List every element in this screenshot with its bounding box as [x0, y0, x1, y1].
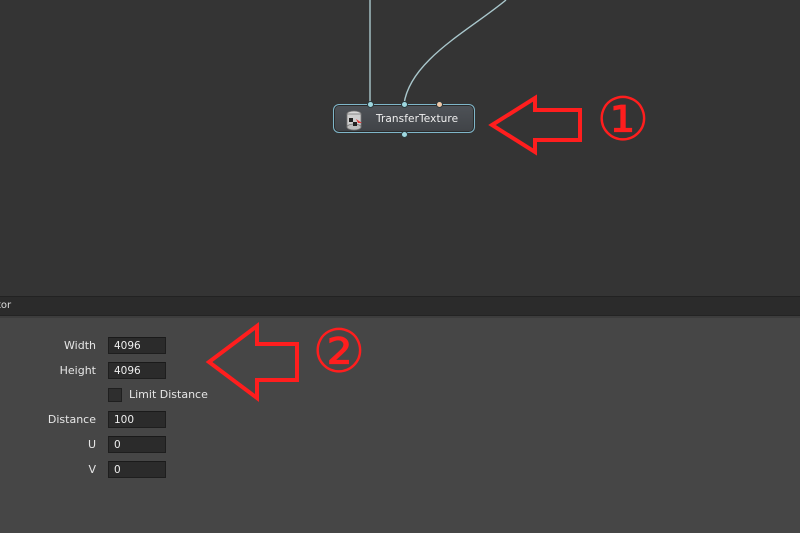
u-field[interactable]: 0 — [108, 436, 166, 453]
v-row: V — [0, 461, 96, 479]
connection-wires — [369, 0, 507, 105]
annotation-number-1: ① — [596, 85, 650, 155]
transfer-texture-node[interactable]: TransferTexture — [333, 104, 475, 133]
height-label: Height — [59, 364, 96, 377]
input-wire-2 — [403, 0, 507, 105]
annotation-arrow-2 — [205, 322, 299, 402]
distance-label: Distance — [47, 413, 96, 426]
attribute-editor-header: tor — [0, 296, 800, 316]
u-row: U — [0, 436, 96, 454]
width-field[interactable]: 4096 — [108, 337, 166, 354]
u-label: U — [87, 438, 96, 451]
limit-distance-label: Limit Distance — [129, 388, 208, 401]
annotation-number-2: ② — [312, 317, 366, 387]
width-row: Width — [0, 337, 96, 355]
panel-title: tor — [0, 300, 12, 311]
distance-row: Distance — [0, 411, 96, 429]
limit-distance-checkbox[interactable] — [108, 388, 122, 402]
output-port[interactable] — [401, 131, 408, 138]
input-port-3[interactable] — [436, 101, 443, 108]
annotation-arrow-1 — [488, 94, 582, 156]
node-label: TransferTexture — [376, 113, 459, 125]
input-port-1[interactable] — [367, 101, 374, 108]
height-row: Height — [0, 362, 96, 380]
distance-field[interactable]: 100 — [108, 411, 166, 428]
input-port-2[interactable] — [401, 101, 408, 108]
transfer-texture-icon — [346, 110, 362, 131]
v-label: V — [88, 463, 96, 476]
node-graph-editor[interactable]: TransferTexture ① — [0, 0, 800, 296]
v-field[interactable]: 0 — [108, 461, 166, 478]
width-label: Width — [64, 339, 96, 352]
height-field[interactable]: 4096 — [108, 362, 166, 379]
